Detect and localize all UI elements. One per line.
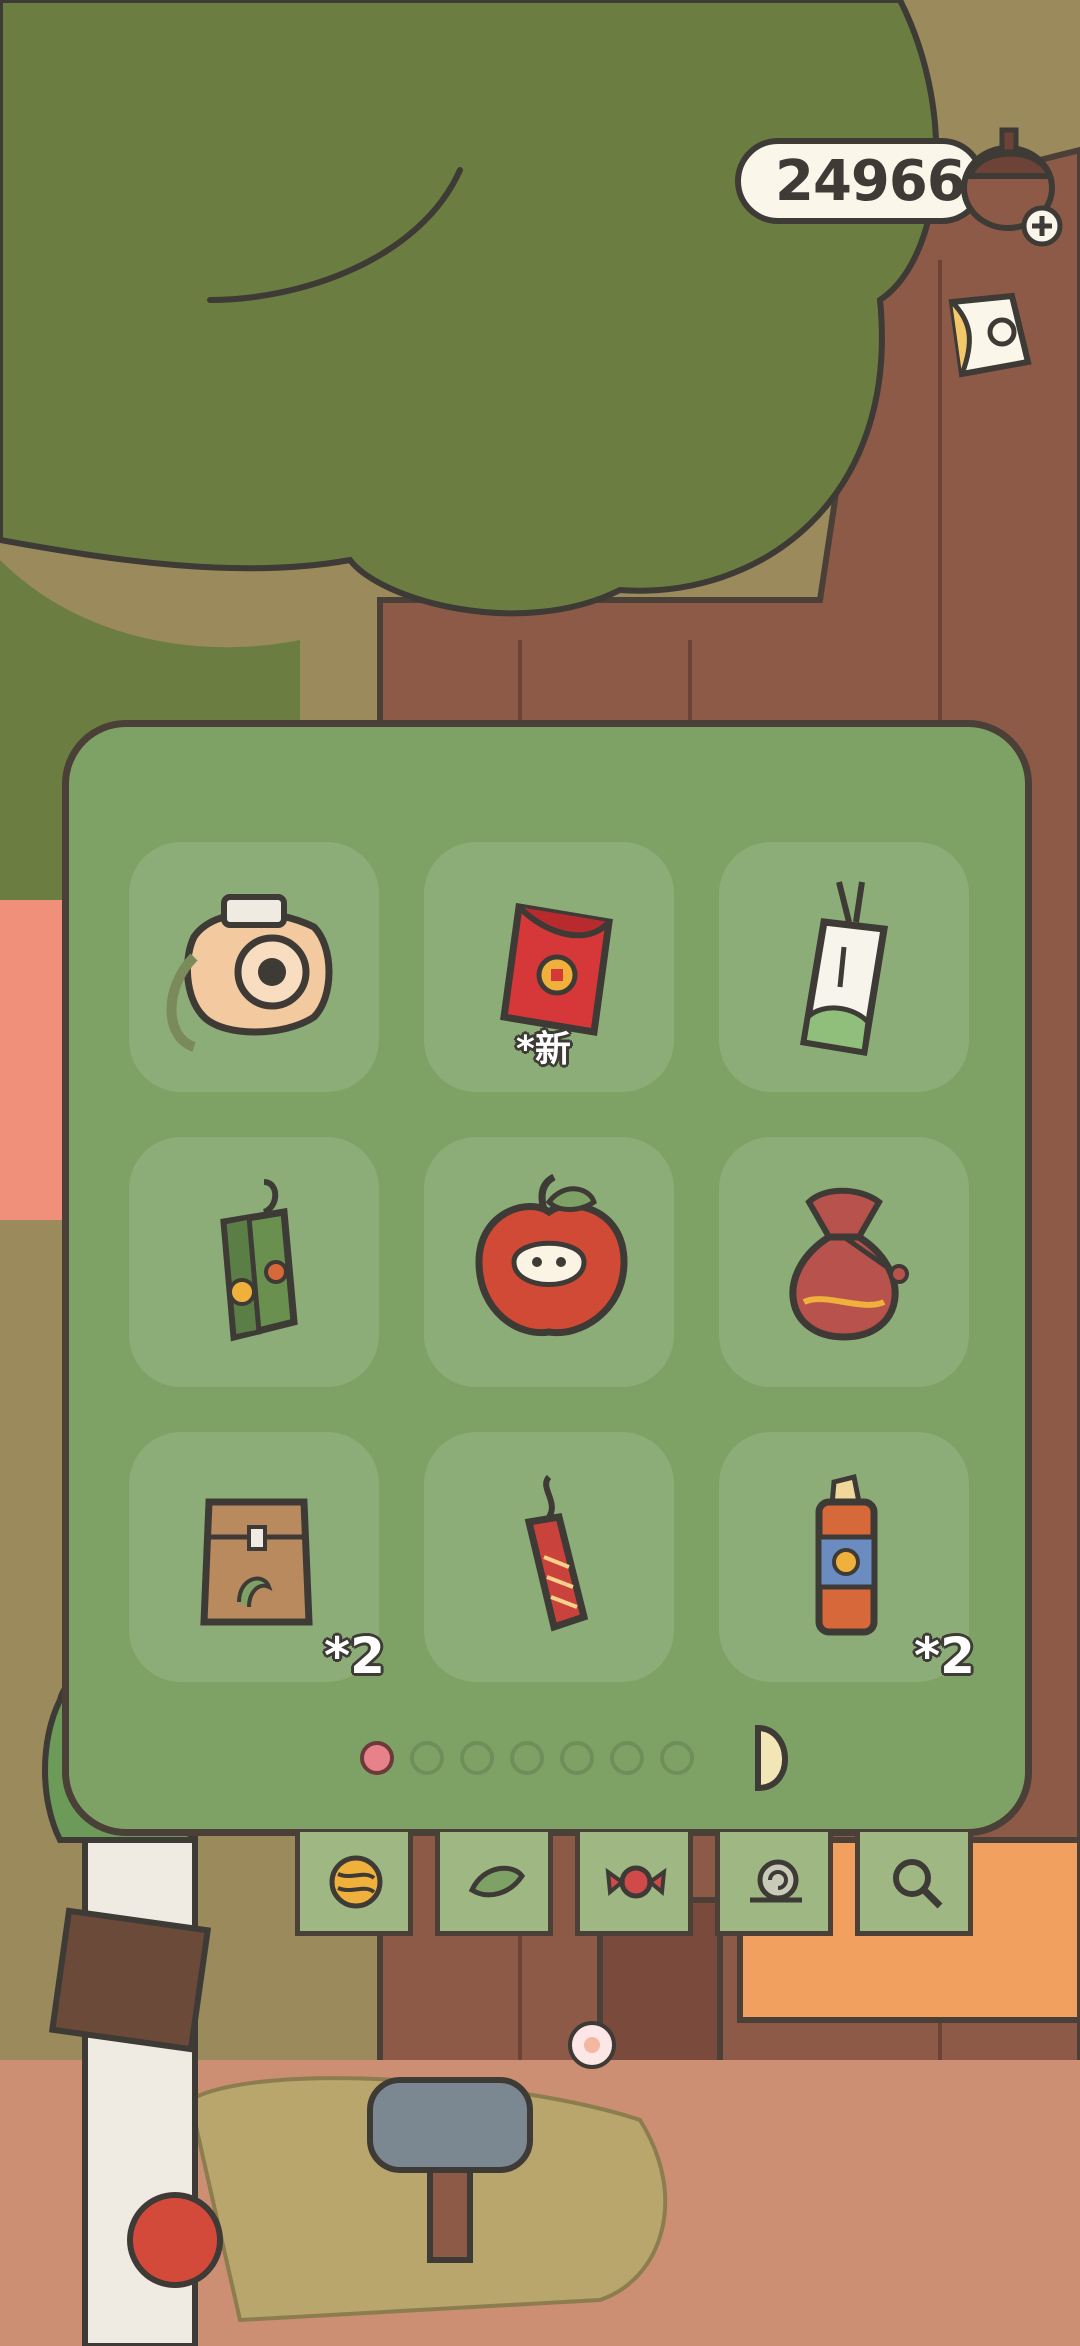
note-icon[interactable] (932, 282, 1042, 392)
tab-yarn[interactable] (295, 1832, 413, 1936)
page-dot[interactable] (460, 1741, 494, 1775)
page-dot[interactable] (660, 1741, 694, 1775)
page-dot[interactable] (510, 1741, 544, 1775)
apple-icon (475, 1173, 628, 1337)
inventory-slot-bag[interactable]: *2 (129, 1432, 385, 1685)
plus-icon (1021, 205, 1063, 247)
tab-candy[interactable] (575, 1832, 693, 1936)
inventory-slot-can[interactable]: *2 (719, 1432, 975, 1685)
category-tabs (295, 1832, 985, 1942)
inventory-slot-red-envelope[interactable]: *新 (424, 842, 674, 1092)
page-dot[interactable] (610, 1741, 644, 1775)
page-dot[interactable] (360, 1741, 394, 1775)
inventory-slot-fortune-slip[interactable] (719, 842, 969, 1092)
snail-icon (750, 1859, 802, 1903)
pouch-icon (789, 1187, 909, 1341)
page-dot[interactable] (560, 1741, 594, 1775)
leaf-icon (468, 1865, 526, 1898)
candy-icon (605, 1865, 667, 1899)
page-indicator (360, 1736, 694, 1780)
add-clover-button[interactable] (950, 118, 1070, 248)
item-badge: *新 (516, 1029, 571, 1070)
clover-counter: 24966 (735, 138, 985, 224)
inventory-slot-apple[interactable] (424, 1137, 674, 1387)
yarn-ball-icon (329, 1855, 383, 1909)
page-dot[interactable] (410, 1741, 444, 1775)
firecracker-icon (524, 1474, 589, 1632)
camera-icon (166, 894, 333, 1052)
fortune-slip-icon (799, 881, 889, 1057)
lantern-icon (220, 1179, 298, 1342)
clover-count: 24966 (775, 148, 966, 214)
inventory-slot-lantern[interactable] (129, 1137, 379, 1387)
inventory-slot-camera[interactable] (129, 842, 379, 1092)
item-count-badge: *2 (324, 1627, 385, 1685)
inventory-panel: *新 *2 *2 (62, 720, 1032, 1836)
magnifier-icon (893, 1859, 943, 1909)
tab-search[interactable] (855, 1832, 973, 1936)
next-page-arrow-icon[interactable] (752, 1724, 798, 1792)
inventory-slot-pouch[interactable] (719, 1137, 969, 1387)
tab-snail[interactable] (715, 1832, 833, 1936)
inventory-slot-firecracker[interactable] (424, 1432, 674, 1682)
tab-leaf[interactable] (435, 1832, 553, 1936)
item-count-badge: *2 (914, 1627, 975, 1685)
